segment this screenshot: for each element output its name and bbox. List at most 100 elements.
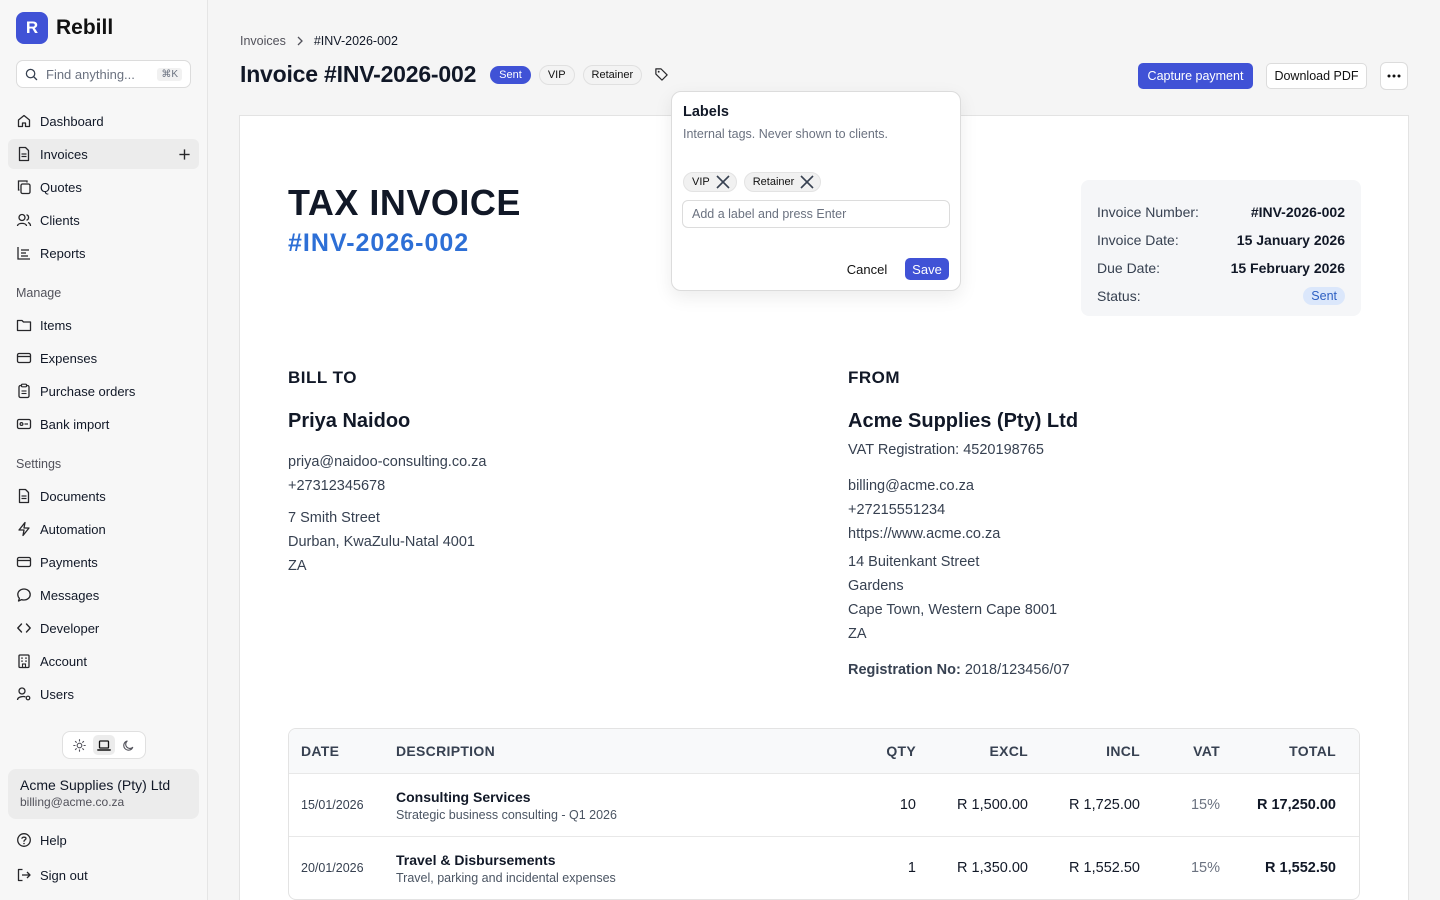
meta-value: #INV-2026-002 xyxy=(1250,204,1345,220)
search-icon xyxy=(25,68,38,80)
account-switcher[interactable]: Acme Supplies (Pty) Ltd billing@acme.co.… xyxy=(8,769,199,819)
user-key-icon xyxy=(16,687,31,701)
labels-popover: Labels Internal tags. Never shown to cli… xyxy=(671,91,961,291)
company-name: Acme Supplies (Pty) Ltd xyxy=(848,410,1079,432)
company-address: 14 Buitenkant Street Gardens Cape Town, … xyxy=(848,550,1057,646)
nav-label: Messages xyxy=(40,587,100,603)
brand[interactable]: R Rebill xyxy=(16,12,113,44)
client-name: Priya Naidoo xyxy=(288,410,411,432)
tag-icon xyxy=(655,68,668,81)
item-title: Consulting Services xyxy=(396,788,531,805)
plus-icon[interactable] xyxy=(178,148,191,161)
label-chip: Retainer xyxy=(743,172,822,192)
theme-dark-option[interactable] xyxy=(118,735,140,755)
registration-value: 2018/123456/07 xyxy=(964,662,1070,678)
nav-help[interactable]: Help xyxy=(8,825,199,855)
nav-messages[interactable]: Messages xyxy=(8,580,199,610)
nav-purchase-orders[interactable]: Purchase orders xyxy=(8,376,199,406)
download-pdf-button[interactable]: Download PDF xyxy=(1266,63,1367,89)
nav-payments[interactable]: Payments xyxy=(8,547,199,577)
nav-bank-import[interactable]: Bank import xyxy=(8,409,199,439)
card-icon xyxy=(16,352,32,364)
nav-automation[interactable]: Automation xyxy=(8,514,199,544)
building-icon xyxy=(18,654,30,669)
col-excl: EXCL xyxy=(989,743,1028,759)
label-chip-text: VIP xyxy=(692,176,710,188)
nav-users[interactable]: Users xyxy=(8,679,199,709)
tag-chip: Retainer xyxy=(582,64,643,85)
document-icon xyxy=(18,146,30,162)
nav-expenses[interactable]: Expenses xyxy=(8,343,199,373)
nav-label: Expenses xyxy=(40,350,98,366)
brand-logo: R xyxy=(16,12,48,44)
settings-section-label: Settings xyxy=(16,457,62,471)
edit-labels-button[interactable] xyxy=(654,67,669,82)
bill-to-heading: BILL TO xyxy=(288,368,357,387)
cell-description: Consulting Services Strategic business c… xyxy=(384,789,834,822)
chevron-right-icon xyxy=(297,36,303,46)
popover-title: Labels xyxy=(683,104,729,120)
nav-label: Clients xyxy=(40,212,80,228)
nav-label: Help xyxy=(40,832,67,848)
nav-account[interactable]: Account xyxy=(8,646,199,676)
theme-switcher xyxy=(62,731,146,759)
search-box[interactable]: Find anything... ⌘K xyxy=(16,60,191,88)
breadcrumb-invoices-link[interactable]: Invoices xyxy=(240,34,286,48)
meta-label: Status: xyxy=(1097,288,1141,304)
nav-label: Dashboard xyxy=(40,113,104,129)
label-chip: VIP xyxy=(683,172,737,192)
theme-system-option[interactable] xyxy=(92,735,115,755)
meta-label: Due Date: xyxy=(1097,260,1161,276)
laptop-icon xyxy=(97,739,111,751)
nav-dashboard[interactable]: Dashboard xyxy=(8,106,199,136)
address-line: ZA xyxy=(288,558,307,574)
title-row: Invoice #INV-2026-002 Sent VIP Retainer xyxy=(240,61,669,88)
sidebar: R Rebill Find anything... ⌘K Dashboard I… xyxy=(0,0,208,900)
client-contact: priya@naidoo-consulting.co.za +273123456… xyxy=(288,450,487,498)
address-line: ZA xyxy=(848,626,867,642)
nav-sign-out[interactable]: Sign out xyxy=(8,860,199,890)
close-icon[interactable] xyxy=(798,173,816,191)
breadcrumb: Invoices #INV-2026-002 xyxy=(240,34,398,48)
item-subtitle: Strategic business consulting - Q1 2026 xyxy=(396,807,617,822)
company-vat: VAT Registration: 4520198765 xyxy=(848,442,1044,458)
theme-light-option[interactable] xyxy=(68,735,90,755)
status-pill: Sent xyxy=(1303,287,1345,305)
brand-name: Rebill xyxy=(56,16,114,39)
nav-invoices[interactable]: Invoices xyxy=(8,139,199,169)
more-actions-button[interactable] xyxy=(1380,62,1408,90)
save-button[interactable]: Save xyxy=(905,258,949,280)
nav-items[interactable]: Items xyxy=(8,310,199,340)
invoice-heading: TAX INVOICE xyxy=(288,182,521,223)
breadcrumb-current: #INV-2026-002 xyxy=(313,34,398,48)
nav-developer[interactable]: Developer xyxy=(8,613,199,643)
close-icon[interactable] xyxy=(714,173,732,191)
cell-description: Travel & Disbursements Travel, parking a… xyxy=(384,852,834,885)
add-label-input[interactable] xyxy=(682,200,950,228)
cancel-button[interactable]: Cancel xyxy=(840,258,894,280)
nav-clients[interactable]: Clients xyxy=(8,205,199,235)
item-subtitle: Travel, parking and incidental expenses xyxy=(396,870,616,885)
company-email: billing@acme.co.za xyxy=(848,478,974,494)
invoice-meta-box: Invoice Number: #INV-2026-002 Invoice Da… xyxy=(1081,180,1361,316)
nav-quotes[interactable]: Quotes xyxy=(8,172,199,202)
line-items-table: DATE DESCRIPTION QTY EXCL INCL VAT TOTAL… xyxy=(288,728,1360,900)
invoice-number: #INV-2026-002 xyxy=(288,229,470,257)
nav-reports[interactable]: Reports xyxy=(8,238,199,268)
nav-label: Documents xyxy=(40,488,106,504)
meta-invoice-date: Invoice Date: 15 January 2026 xyxy=(1097,226,1345,254)
meta-status: Status: Sent xyxy=(1097,282,1345,310)
nav-documents[interactable]: Documents xyxy=(8,481,199,511)
bank-icon xyxy=(16,418,32,430)
capture-payment-button[interactable]: Capture payment xyxy=(1138,63,1253,89)
nav-label: Payments xyxy=(40,554,98,570)
search-input[interactable]: Find anything... xyxy=(46,67,149,82)
nav-label: Sign out xyxy=(40,867,88,883)
col-qty: QTY xyxy=(886,743,916,759)
meta-label: Invoice Number: xyxy=(1097,204,1199,220)
help-icon xyxy=(17,833,31,847)
document-icon xyxy=(18,488,30,504)
cell-date: 20/01/2026 xyxy=(301,861,364,875)
table-header: DATE DESCRIPTION QTY EXCL INCL VAT TOTAL xyxy=(289,729,1359,773)
cell-qty: 1 xyxy=(907,860,916,876)
